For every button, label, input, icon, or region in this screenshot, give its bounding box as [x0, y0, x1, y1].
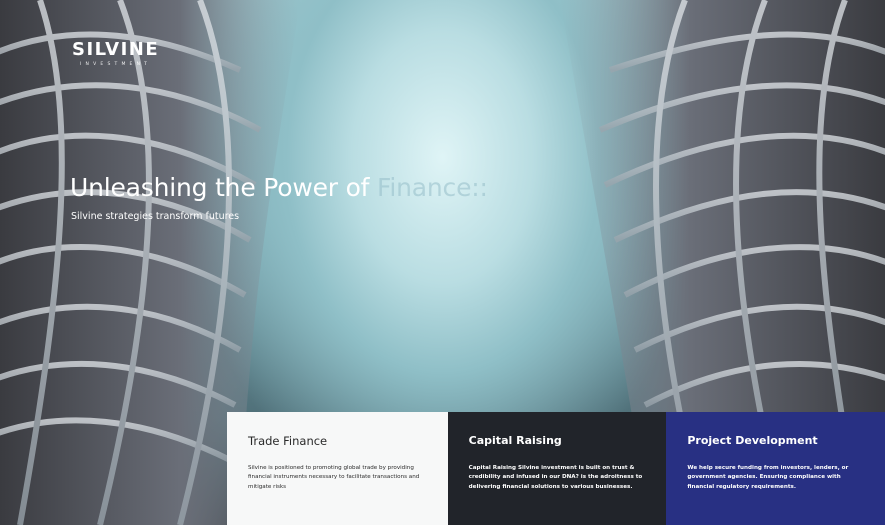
- card-capital-raising[interactable]: Capital Raising Capital Raising Silvine …: [447, 412, 667, 525]
- hero-section: SILVINE INVESTMENT Unleashing the Power …: [0, 0, 885, 525]
- card-title: Project Development: [687, 434, 818, 447]
- brand-subtitle: INVESTMENT: [80, 62, 152, 67]
- hero-headline: Unleashing the Power of Finance::: [70, 173, 488, 202]
- card-text: We help secure funding from investors, l…: [687, 465, 849, 490]
- card-title: Capital Raising: [468, 434, 562, 447]
- card-text: Silvine is positioned to promoting globa…: [248, 465, 420, 490]
- card-text: Capital Raising Silvine investment is bu…: [468, 465, 643, 490]
- brand-name: SILVINE: [72, 39, 160, 60]
- hero-tagline: Silvine strategies transform futures: [71, 211, 240, 222]
- headline-faded-word: Finance::: [377, 173, 488, 202]
- brand-logo[interactable]: SILVINE INVESTMENT: [72, 39, 160, 68]
- service-cards: Trade Finance Silvine is positioned to p…: [227, 412, 885, 525]
- card-title: Trade Finance: [248, 434, 328, 448]
- card-trade-finance[interactable]: Trade Finance Silvine is positioned to p…: [227, 412, 448, 525]
- headline-main: Unleashing the Power of: [70, 173, 378, 202]
- card-project-development[interactable]: Project Development We help secure fundi…: [666, 412, 885, 525]
